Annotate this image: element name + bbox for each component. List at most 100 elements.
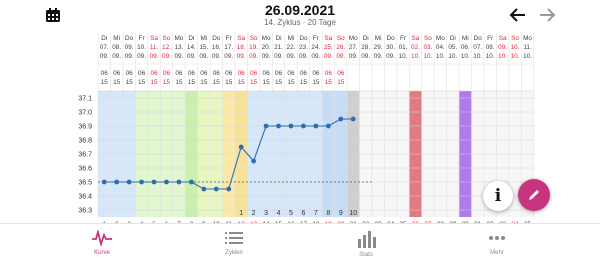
day-label: 25. (324, 44, 333, 51)
phase-count-label: 5 (289, 210, 293, 217)
phase-count-label: 6 (301, 210, 305, 217)
weekday-label: So (511, 35, 519, 42)
month-label: 09. (262, 53, 271, 60)
time-minute-label: 15 (250, 79, 258, 86)
day-label: 06. (461, 44, 470, 51)
phase-count-label: 3 (264, 210, 268, 217)
temperature-point (325, 123, 331, 129)
day-label: 02. (411, 44, 420, 51)
weekday-label: Fr (139, 35, 146, 42)
month-label: 10. (486, 53, 495, 60)
time-hour-label: 06 (113, 70, 121, 77)
day-label: 09. (125, 44, 134, 51)
time-minute-label: 15 (312, 79, 320, 86)
temperature-point (288, 123, 294, 129)
month-label: 09. (137, 53, 146, 60)
day-label: 27. (349, 44, 358, 51)
phase-count-label: 10 (349, 210, 357, 217)
temperature-point (251, 158, 257, 164)
month-label: 09. (336, 53, 345, 60)
weekday-label: Mo (349, 35, 358, 42)
weekday-label: Sa (150, 35, 158, 42)
time-minute-label: 15 (225, 79, 233, 86)
temperature-point (101, 179, 107, 185)
month-label: 10. (473, 53, 482, 60)
time-hour-label: 06 (300, 70, 308, 77)
y-tick-label: 36.4 (78, 193, 92, 200)
weekday-label: Mi (462, 35, 469, 42)
y-tick-label: 37.1 (78, 95, 92, 102)
time-hour-label: 06 (312, 70, 320, 77)
time-minute-label: 15 (263, 79, 271, 86)
month-label: 09. (237, 53, 246, 60)
bars-icon (358, 231, 376, 248)
weekday-label: Mi (200, 35, 207, 42)
edit-button[interactable] (518, 179, 550, 211)
day-label: 22. (287, 44, 296, 51)
temperature-point (139, 179, 144, 185)
top-bar: 26.09.2021 14. Zyklus · 20 Tage (0, 0, 600, 33)
weekday-label: Do (474, 35, 483, 42)
day-label: 13. (174, 44, 183, 51)
temperature-point (126, 179, 132, 185)
weekday-label: Mo (436, 35, 445, 42)
day-label: 29. (374, 44, 383, 51)
time-hour-label: 06 (200, 70, 208, 77)
y-tick-label: 36.7 (78, 151, 92, 158)
temperature-point (151, 179, 157, 185)
time-minute-label: 15 (238, 79, 246, 86)
day-label: 24. (311, 44, 320, 51)
day-label: 01. (399, 44, 408, 51)
time-hour-label: 06 (150, 70, 158, 77)
month-label: 09. (249, 53, 258, 60)
tab-label: Zyklen (225, 250, 243, 256)
time-minute-label: 15 (200, 79, 208, 86)
weekday-label: Mo (523, 35, 532, 42)
arrow-right-icon[interactable] (537, 5, 557, 25)
day-label: 10. (511, 44, 520, 51)
y-tick-label: 36.8 (78, 137, 92, 144)
day-label: 28. (361, 44, 370, 51)
month-label: 09. (287, 53, 296, 60)
time-minute-label: 15 (337, 79, 345, 86)
list-icon (225, 232, 243, 244)
phase-count-label: 4 (277, 210, 281, 217)
day-label: 11. (150, 44, 159, 51)
time-minute-label: 15 (300, 79, 308, 86)
day-label: 18. (237, 44, 246, 51)
tab-label: Mehr (490, 250, 504, 256)
month-label: 09. (125, 53, 134, 60)
tab-kurve[interactable]: Kurve (62, 230, 142, 270)
month-label: 09. (374, 53, 383, 60)
phase-count-label: 1 (239, 210, 243, 217)
arrow-left-icon[interactable] (508, 5, 528, 25)
time-hour-label: 06 (250, 70, 258, 77)
tab-zyklen[interactable]: Zyklen (194, 230, 274, 270)
temperature-point (238, 144, 244, 150)
month-label: 09. (324, 53, 333, 60)
tab-mehr[interactable]: Mehr (457, 230, 537, 270)
tab-stats[interactable]: Stats (326, 230, 406, 270)
weekday-label: Fr (226, 35, 233, 42)
info-button[interactable]: i (483, 181, 513, 211)
month-label: 09. (349, 53, 358, 60)
month-label: 09. (162, 53, 171, 60)
month-label: 09. (112, 53, 121, 60)
month-label: 09. (212, 53, 221, 60)
temperature-point (263, 123, 269, 129)
temperature-point (226, 186, 232, 192)
temperature-point (213, 186, 219, 192)
y-tick-label: 36.5 (78, 179, 92, 186)
month-label: 09. (100, 53, 109, 60)
weekday-label: Sa (499, 35, 507, 42)
time-hour-label: 06 (287, 70, 295, 77)
month-label: 09. (199, 53, 208, 60)
tab-label: Stats (359, 252, 373, 258)
day-label: 05. (448, 44, 457, 51)
temperature-point (188, 179, 194, 185)
day-label: 03. (423, 44, 432, 51)
weekday-label: Fr (487, 35, 494, 42)
time-hour-label: 06 (337, 70, 345, 77)
time-hour-label: 06 (238, 70, 246, 77)
tab-label: Kurve (94, 250, 110, 256)
